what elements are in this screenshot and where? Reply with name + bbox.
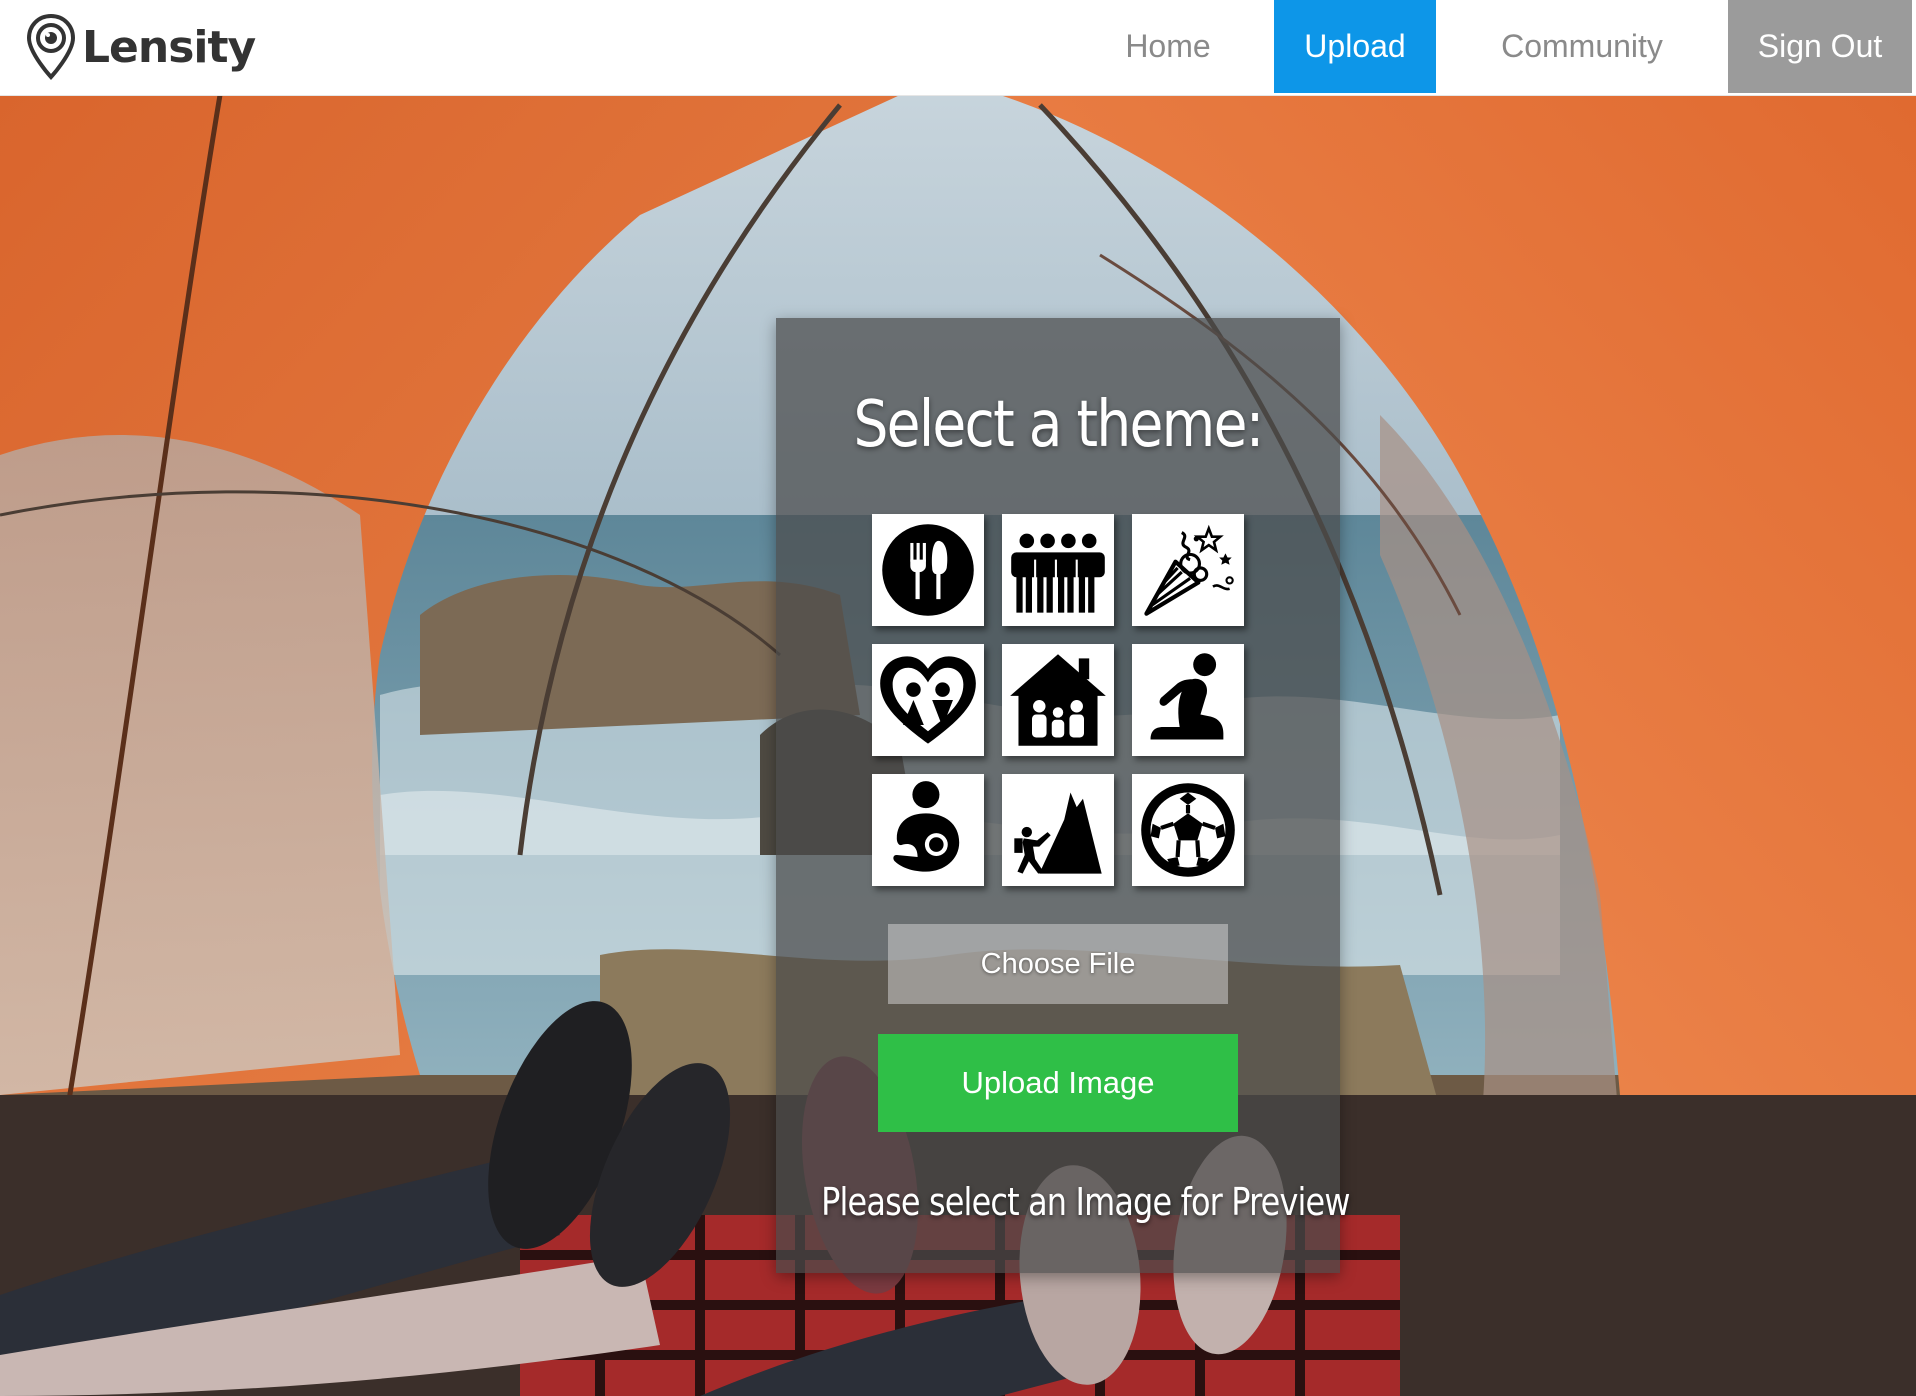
nav-upload-link[interactable]: Upload — [1274, 0, 1436, 93]
mother-baby-icon — [893, 781, 960, 872]
panel-title: Select a theme: — [853, 388, 1264, 462]
theme-kneeling[interactable] — [1132, 644, 1244, 756]
mountain-climber-icon — [1014, 792, 1102, 874]
preview-message: Please select an Image for Preview — [821, 1180, 1350, 1224]
upload-image-button[interactable]: Upload Image — [878, 1034, 1238, 1132]
party-popper-icon — [1144, 524, 1234, 616]
theme-dining[interactable] — [872, 514, 984, 626]
choose-file-button[interactable]: Choose File — [888, 924, 1228, 1004]
brand-name: Lensity — [82, 21, 256, 73]
couple-heart-icon — [880, 656, 976, 744]
kneeling-person-icon — [1150, 653, 1224, 740]
nav-home-link[interactable]: Home — [1090, 0, 1246, 93]
dining-icon — [882, 524, 974, 616]
group-of-people-icon — [1011, 533, 1105, 613]
family-house-icon — [1010, 654, 1106, 746]
sign-out-button[interactable]: Sign Out — [1728, 0, 1912, 93]
theme-climbing[interactable] — [1002, 774, 1114, 886]
upload-panel: Select a theme: Choose File Upload Image… — [776, 318, 1350, 1273]
top-navbar: Lensity Home Upload Community Sign Out — [0, 0, 1916, 95]
theme-sports[interactable] — [1132, 774, 1244, 886]
theme-grid — [872, 514, 1252, 886]
theme-mother-baby[interactable] — [872, 774, 984, 886]
brand-logo[interactable]: Lensity — [26, 12, 256, 82]
theme-group[interactable] — [1002, 514, 1114, 626]
theme-party[interactable] — [1132, 514, 1244, 626]
theme-couple[interactable] — [872, 644, 984, 756]
theme-family[interactable] — [1002, 644, 1114, 756]
soccer-ball-icon — [1141, 783, 1235, 877]
map-pin-camera-icon — [26, 13, 76, 80]
nav-community-link[interactable]: Community — [1466, 0, 1698, 93]
